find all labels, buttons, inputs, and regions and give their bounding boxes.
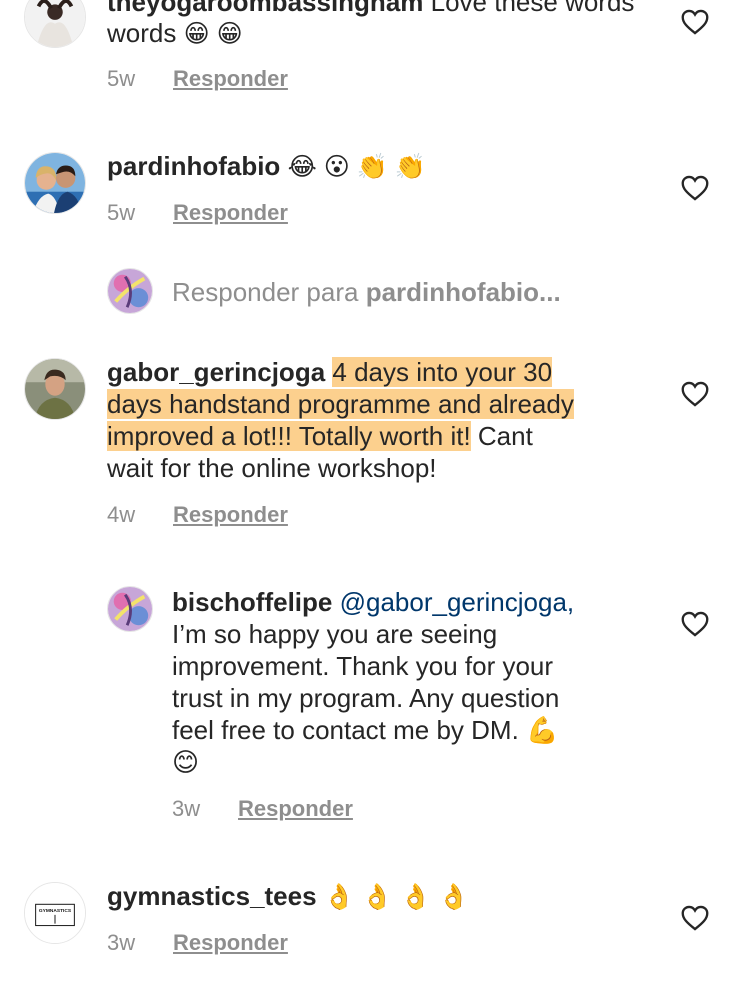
- mention-link[interactable]: @gabor_gerincjoga,: [340, 587, 575, 617]
- comment-line-1: bischoffelipe @gabor_gerincjoga,: [172, 586, 574, 618]
- comment-meta: 3w Responder: [107, 930, 288, 956]
- timestamp: 3w: [107, 930, 136, 955]
- username[interactable]: bischoffelipe: [172, 587, 332, 617]
- reaction-emojis-icon: 😂 😮 👏 👏: [287, 153, 426, 181]
- comment-meta: 3w Responder: [172, 796, 353, 822]
- comment-text: words: [107, 18, 177, 48]
- comment-line-2: days handstand programme and already: [107, 388, 574, 420]
- reply-button[interactable]: Responder: [173, 930, 288, 955]
- avatar-bischoffelipe[interactable]: [107, 586, 153, 632]
- avatar-gymnastics-tees[interactable]: GYMNASTICS: [24, 882, 86, 944]
- comment-line-3: improvement. Thank you for your: [172, 651, 554, 681]
- comment-body: gabor_gerincjoga 4 days into your 30 day…: [107, 356, 574, 484]
- comment-emojis: words 😁 😁: [107, 17, 243, 50]
- timestamp: 5w: [107, 66, 136, 91]
- username[interactable]: gabor_gerincjoga: [107, 357, 325, 387]
- reply-button[interactable]: Responder: [238, 796, 353, 821]
- gymnastics-logo-text: GYMNASTICS: [39, 908, 72, 914]
- reply-button[interactable]: Responder: [173, 200, 288, 225]
- comment-body: theyogaroombassingham Love these words: [107, 0, 634, 18]
- comment-meta: 5w Responder: [107, 66, 288, 92]
- reply-button[interactable]: Responder: [173, 502, 288, 527]
- timestamp: 5w: [107, 200, 136, 225]
- highlighted-text: 4 days into your 30: [332, 357, 553, 387]
- comment-text: Love these words: [430, 0, 635, 17]
- comment-line-3: improved a lot!!! Totally worth it! Cant: [107, 420, 574, 452]
- ok-hand-emoji-icon: 👌 👌 👌 👌: [323, 883, 470, 911]
- avatar-pardinhofabio[interactable]: [24, 152, 86, 214]
- like-heart-icon[interactable]: [681, 905, 709, 931]
- like-heart-icon[interactable]: [681, 9, 709, 35]
- timestamp: 4w: [107, 502, 136, 527]
- avatar-gabor-gerincjoga[interactable]: [24, 358, 86, 420]
- avatar-theyogaroombassingham[interactable]: [24, 0, 86, 48]
- timestamp: 3w: [172, 796, 201, 821]
- username[interactable]: gymnastics_tees: [107, 881, 317, 911]
- username[interactable]: pardinhofabio: [107, 151, 280, 181]
- smile-emoji-icon: 😊: [172, 747, 200, 777]
- comment-line-4: trust in my program. Any question: [172, 683, 560, 713]
- grinning-emoji-icon: 😁 😁: [183, 20, 243, 48]
- comment-body: pardinhofabio 😂 😮 👏 👏: [107, 150, 426, 183]
- comment-line-4: wait for the online workshop!: [107, 453, 437, 483]
- comment-line-1: gabor_gerincjoga 4 days into your 30: [107, 356, 574, 388]
- highlighted-text: improved a lot!!! Totally worth it!: [107, 421, 471, 451]
- comment-meta: 4w Responder: [107, 502, 288, 528]
- like-heart-icon[interactable]: [681, 175, 709, 201]
- avatar-current-user: [107, 268, 153, 314]
- reply-button[interactable]: Responder: [173, 66, 288, 91]
- username[interactable]: theyogaroombassingham: [107, 0, 423, 17]
- comment-body: gymnastics_tees 👌 👌 👌 👌: [107, 880, 469, 913]
- reply-to-prefix: Responder para: [172, 277, 359, 307]
- like-heart-icon[interactable]: [681, 611, 709, 637]
- highlighted-text: days handstand programme and already: [107, 389, 574, 419]
- comment-meta: 5w Responder: [107, 200, 288, 226]
- comment-line-5: feel free to contact me by DM. 💪: [172, 715, 559, 745]
- reply-to-input[interactable]: Responder para pardinhofabio...: [172, 276, 561, 308]
- comment-line-2: I’m so happy you are seeing: [172, 619, 498, 649]
- like-heart-icon[interactable]: [681, 381, 709, 407]
- comment-body: bischoffelipe @gabor_gerincjoga, I’m so …: [172, 586, 574, 778]
- comment-text: Cant: [470, 421, 533, 451]
- reply-to-target: pardinhofabio...: [365, 277, 561, 307]
